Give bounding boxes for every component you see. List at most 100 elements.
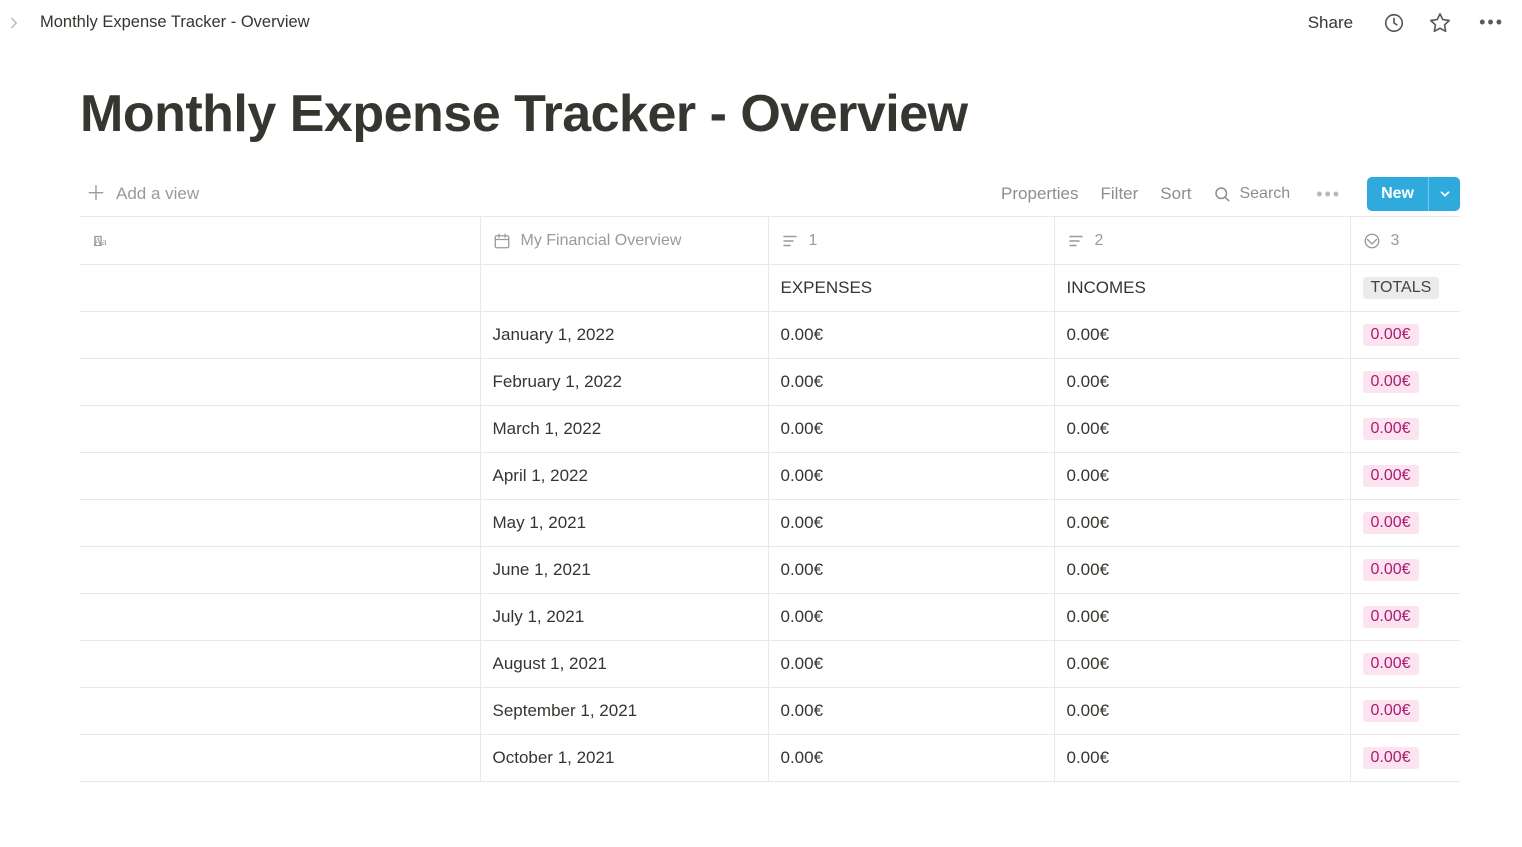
cell-title[interactable]	[80, 735, 480, 782]
table-row: January 1, 20220.00€0.00€0.00€	[80, 312, 1460, 359]
cell-totals[interactable]: 0.00€	[1350, 641, 1460, 688]
cell-totals[interactable]: 0.00€	[1350, 453, 1460, 500]
cell-title[interactable]	[80, 641, 480, 688]
chevron-down-icon	[1438, 187, 1452, 201]
total-tag: 0.00€	[1363, 747, 1419, 769]
total-tag: 0.00€	[1363, 324, 1419, 346]
cell-incomes[interactable]: 0.00€	[1054, 547, 1350, 594]
cell-title[interactable]	[80, 406, 480, 453]
cell-totals[interactable]: 0.00€	[1350, 688, 1460, 735]
col-header-3-label: 3	[1391, 232, 1400, 250]
total-tag: 0.00€	[1363, 653, 1419, 675]
col-header-1-label: 1	[809, 232, 818, 250]
cell-incomes[interactable]: 0.00€	[1054, 688, 1350, 735]
cell-expenses[interactable]: 0.00€	[768, 594, 1054, 641]
cell-totals[interactable]: 0.00€	[1350, 406, 1460, 453]
cell-expenses[interactable]: 0.00€	[768, 406, 1054, 453]
clock-icon	[1383, 12, 1405, 34]
table-row: EXPENSESINCOMESTOTALS	[80, 265, 1460, 312]
cell-incomes[interactable]: 0.00€	[1054, 312, 1350, 359]
add-view-button[interactable]: ＋ Add a view	[80, 178, 205, 210]
cell-incomes[interactable]: 0.00€	[1054, 735, 1350, 782]
col-header-date[interactable]: My Financial Overview	[480, 217, 768, 265]
search-button[interactable]: Search	[1213, 185, 1290, 203]
new-dropdown-button[interactable]	[1428, 177, 1460, 211]
cell-incomes[interactable]: 0.00€	[1054, 359, 1350, 406]
cell-date[interactable]: October 1, 2021	[480, 735, 768, 782]
breadcrumb[interactable]: Monthly Expense Tracker - Overview	[32, 9, 318, 36]
table-row: September 1, 20210.00€0.00€0.00€	[80, 688, 1460, 735]
page-title[interactable]: Monthly Expense Tracker - Overview	[80, 85, 1460, 145]
filter-button[interactable]: Filter	[1101, 184, 1139, 204]
updates-button[interactable]	[1381, 10, 1407, 36]
cell-title[interactable]	[80, 265, 480, 312]
select-prop-icon	[1363, 232, 1381, 250]
cell-expenses[interactable]: 0.00€	[768, 641, 1054, 688]
chevron-right-icon	[5, 14, 23, 32]
cell-title[interactable]	[80, 688, 480, 735]
cell-totals[interactable]: 0.00€	[1350, 359, 1460, 406]
table-row: April 1, 20220.00€0.00€0.00€	[80, 453, 1460, 500]
cell-title[interactable]	[80, 312, 480, 359]
table-row: February 1, 20220.00€0.00€0.00€	[80, 359, 1460, 406]
cell-incomes[interactable]: 0.00€	[1054, 500, 1350, 547]
plus-icon: ＋	[86, 184, 106, 204]
col-header-2-label: 2	[1095, 232, 1104, 250]
table-row: July 1, 20210.00€0.00€0.00€	[80, 594, 1460, 641]
cell-expenses[interactable]: 0.00€	[768, 359, 1054, 406]
share-button[interactable]: Share	[1300, 9, 1361, 37]
cell-expenses[interactable]: 0.00€	[768, 453, 1054, 500]
cell-expenses[interactable]: 0.00€	[768, 688, 1054, 735]
search-label: Search	[1239, 185, 1290, 203]
cell-expenses[interactable]: EXPENSES	[768, 265, 1054, 312]
star-icon	[1429, 12, 1451, 34]
page-menu-button[interactable]: •••	[1473, 10, 1510, 35]
cell-title[interactable]	[80, 453, 480, 500]
db-menu-button[interactable]: •••	[1312, 184, 1345, 205]
cell-expenses[interactable]: 0.00€	[768, 735, 1054, 782]
cell-totals[interactable]: 0.00€	[1350, 500, 1460, 547]
cell-expenses[interactable]: 0.00€	[768, 547, 1054, 594]
cell-date[interactable]: July 1, 2021	[480, 594, 768, 641]
cell-totals[interactable]: 0.00€	[1350, 594, 1460, 641]
col-header-title[interactable]: Aa	[80, 217, 480, 265]
col-header-2[interactable]: 2	[1054, 217, 1350, 265]
nav-forward-button[interactable]	[2, 11, 26, 35]
cell-date[interactable]: March 1, 2022	[480, 406, 768, 453]
date-prop-icon	[493, 232, 511, 250]
cell-title[interactable]	[80, 359, 480, 406]
cell-title[interactable]	[80, 594, 480, 641]
total-tag: 0.00€	[1363, 700, 1419, 722]
cell-totals[interactable]: TOTALS	[1350, 265, 1460, 312]
cell-date[interactable]: May 1, 2021	[480, 500, 768, 547]
cell-date[interactable]: June 1, 2021	[480, 547, 768, 594]
cell-totals[interactable]: 0.00€	[1350, 547, 1460, 594]
cell-incomes[interactable]: INCOMES	[1054, 265, 1350, 312]
favorite-button[interactable]	[1427, 10, 1453, 36]
total-tag: 0.00€	[1363, 371, 1419, 393]
cell-expenses[interactable]: 0.00€	[768, 312, 1054, 359]
cell-date[interactable]: August 1, 2021	[480, 641, 768, 688]
new-button[interactable]: New	[1367, 177, 1428, 211]
cell-date[interactable]: January 1, 2022	[480, 312, 768, 359]
cell-expenses[interactable]: 0.00€	[768, 500, 1054, 547]
cell-title[interactable]	[80, 547, 480, 594]
cell-incomes[interactable]: 0.00€	[1054, 594, 1350, 641]
col-header-1[interactable]: 1	[768, 217, 1054, 265]
cell-totals[interactable]: 0.00€	[1350, 312, 1460, 359]
sort-button[interactable]: Sort	[1160, 184, 1191, 204]
database-table: Aa My Financial Overview	[80, 217, 1460, 783]
cell-date[interactable]: April 1, 2022	[480, 453, 768, 500]
cell-date[interactable]	[480, 265, 768, 312]
cell-title[interactable]	[80, 500, 480, 547]
cell-date[interactable]: September 1, 2021	[480, 688, 768, 735]
add-view-label: Add a view	[116, 184, 199, 204]
cell-date[interactable]: February 1, 2022	[480, 359, 768, 406]
cell-incomes[interactable]: 0.00€	[1054, 453, 1350, 500]
cell-incomes[interactable]: 0.00€	[1054, 641, 1350, 688]
cell-totals[interactable]: 0.00€	[1350, 735, 1460, 782]
properties-button[interactable]: Properties	[1001, 184, 1078, 204]
ellipsis-icon: •••	[1316, 184, 1341, 204]
col-header-3[interactable]: 3	[1350, 217, 1460, 265]
cell-incomes[interactable]: 0.00€	[1054, 406, 1350, 453]
